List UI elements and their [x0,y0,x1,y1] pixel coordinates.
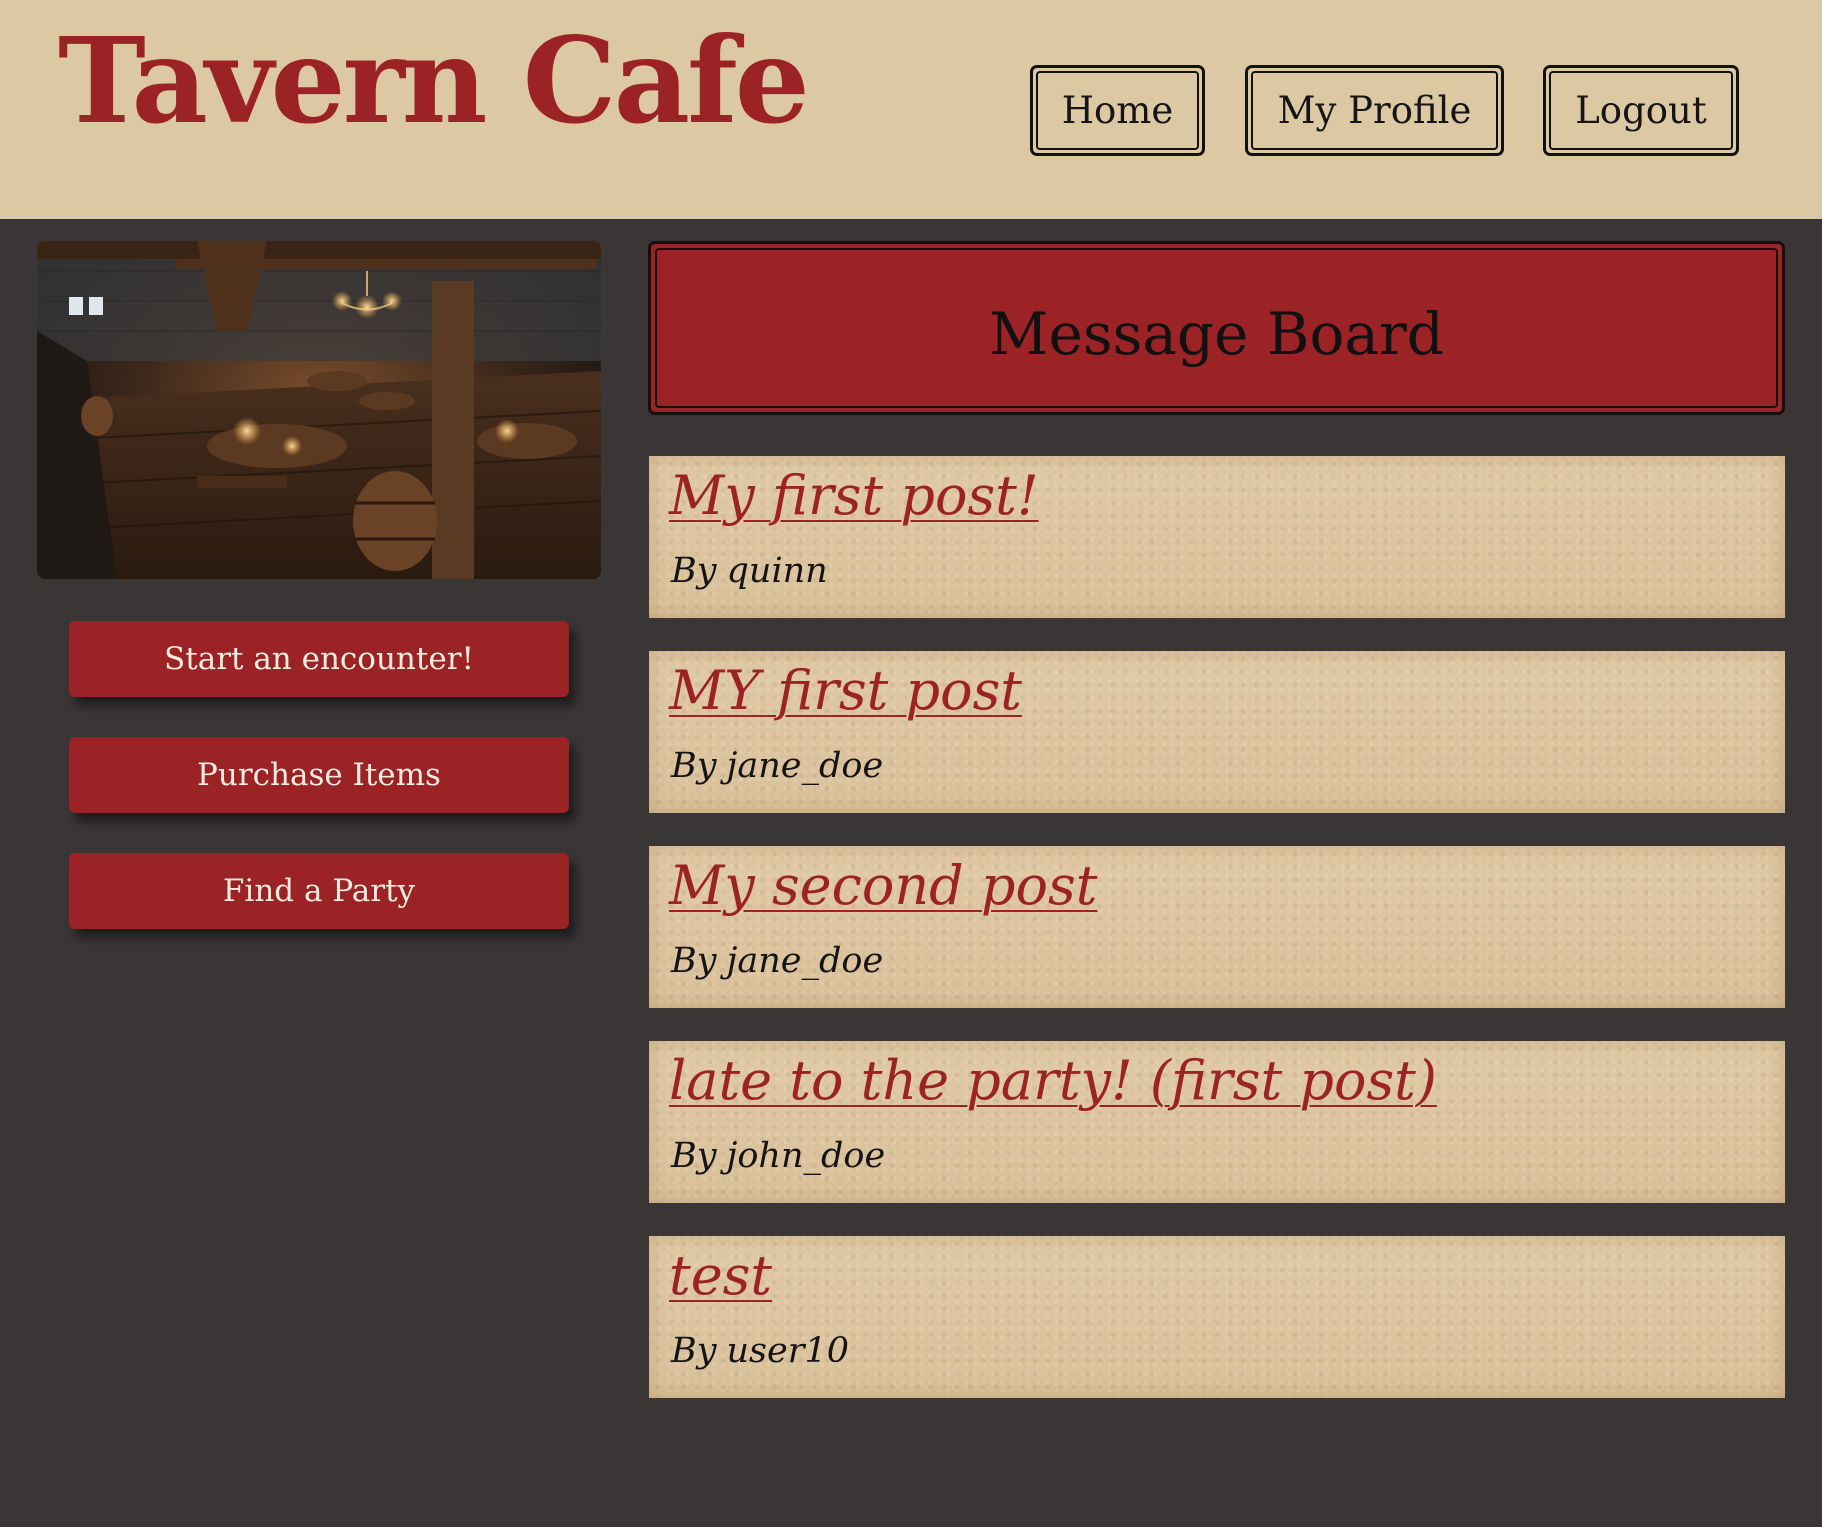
post-author-prefix: By [671,941,717,981]
page-title: Message Board [989,300,1444,368]
post-title-link[interactable]: My second post [669,854,1097,919]
nav-logout-label: Logout [1575,89,1707,132]
post-card: late to the party! (first post) By john_… [649,1041,1785,1203]
nav-logout-button[interactable]: Logout [1543,65,1739,156]
nav-home-label: Home [1061,89,1174,132]
nav-profile-button[interactable]: My Profile [1245,65,1504,156]
post-title-link[interactable]: late to the party! (first post) [669,1049,1437,1114]
post-title-link[interactable]: My first post! [669,464,1039,529]
purchase-items-button[interactable]: Purchase Items [69,737,569,813]
post-author-name: john_doe [726,1136,886,1176]
tavern-interior-image [37,241,601,579]
post-author-line: By quinn [671,551,828,591]
find-party-button[interactable]: Find a Party [69,853,569,929]
post-author-prefix: By [671,1331,717,1371]
post-author-name: quinn [726,551,828,591]
post-card: MY first post By jane_doe [649,651,1785,813]
post-card: My first post! By quinn [649,456,1785,618]
site-header: Tavern Cafe Home My Profile Logout [0,0,1822,219]
post-author-name: jane_doe [726,941,884,981]
start-encounter-button[interactable]: Start an encounter! [69,621,569,697]
post-title-link[interactable]: MY first post [669,659,1022,724]
post-author-name: user10 [726,1331,849,1371]
post-author-line: By jane_doe [671,746,883,786]
post-author-line: By john_doe [671,1136,885,1176]
post-author-name: jane_doe [726,746,884,786]
post-author-line: By user10 [671,1331,849,1371]
post-author-prefix: By [671,551,717,591]
post-author-line: By jane_doe [671,941,883,981]
site-logo[interactable]: Tavern Cafe [58,22,810,140]
nav-profile-label: My Profile [1277,89,1472,132]
post-card: My second post By jane_doe [649,846,1785,1008]
post-card: test By user10 [649,1236,1785,1398]
post-author-prefix: By [671,1136,717,1176]
message-board-header: Message Board [648,241,1785,415]
post-author-prefix: By [671,746,717,786]
post-title-link[interactable]: test [669,1244,772,1309]
nav-home-button[interactable]: Home [1030,65,1205,156]
